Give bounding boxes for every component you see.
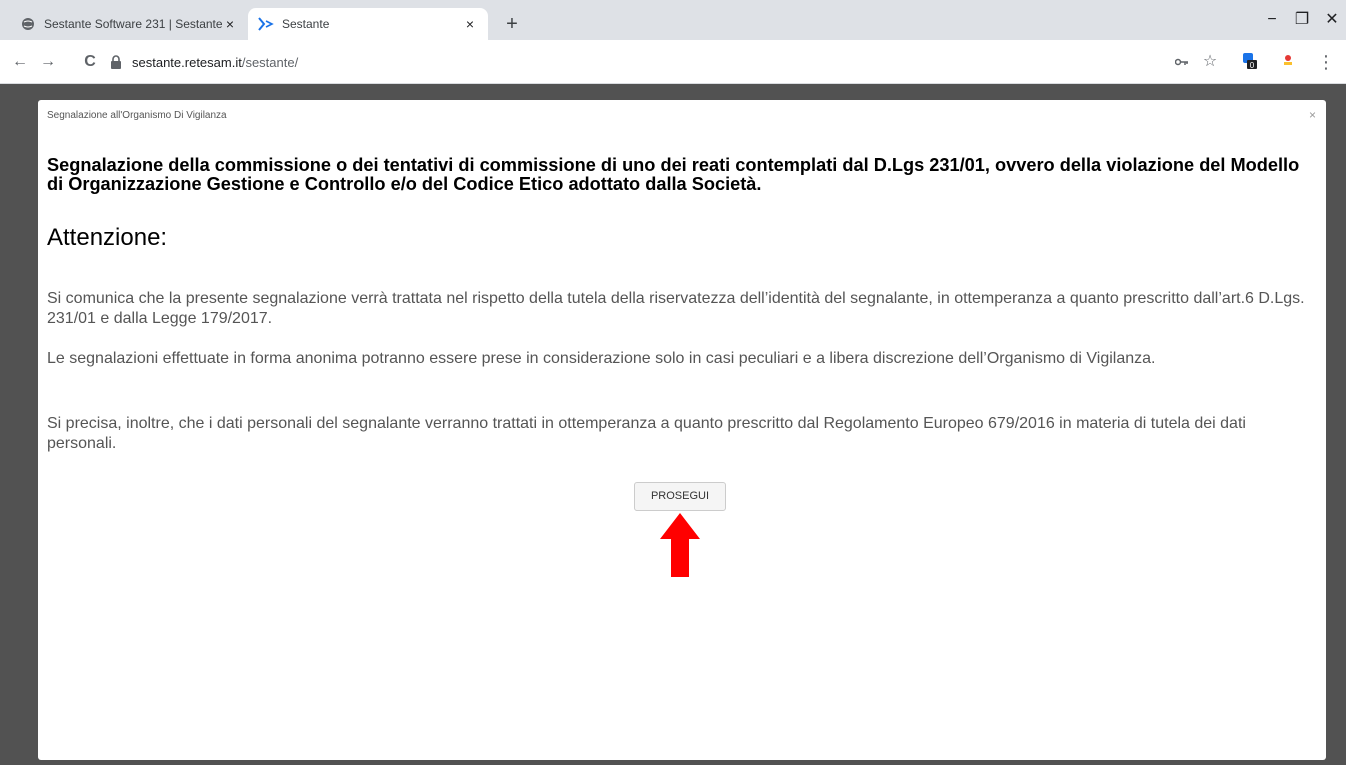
url-host: sestante.retesam.it <box>132 54 242 70</box>
extension-icon[interactable]: 0 <box>1240 52 1260 72</box>
prosegui-button[interactable]: PROSEGUI <box>634 482 726 511</box>
forward-button[interactable]: → <box>38 52 58 72</box>
key-icon[interactable] <box>1172 52 1192 72</box>
tab-title: Sestante Software 231 | Sestante <box>44 17 222 31</box>
tab-close-icon[interactable]: × <box>462 16 478 32</box>
anonymous-paragraph: Le segnalazioni effettuate in forma anon… <box>47 350 1156 367</box>
restore-button[interactable]: ❐ <box>1292 10 1312 30</box>
attention-heading: Attenzione: <box>47 224 168 251</box>
tab-close-icon[interactable]: × <box>222 16 238 32</box>
bookmark-star-icon[interactable]: ☆ <box>1200 52 1220 72</box>
report-modal: Segnalazione all'Organismo Di Vigilanza … <box>38 100 1326 760</box>
gdpr-paragraph: Si precisa, inoltre, che i dati personal… <box>47 415 1246 452</box>
new-tab-button[interactable]: + <box>500 12 524 36</box>
url-path: /sestante/ <box>241 54 299 70</box>
sestante-logo-icon <box>258 16 274 32</box>
tab-sestante-software[interactable]: Sestante Software 231 | Sestante × <box>10 8 248 40</box>
svg-text:0: 0 <box>1250 61 1255 70</box>
modal-subject: Segnalazione della commissione o dei ten… <box>47 155 1300 194</box>
tab-strip: Sestante Software 231 | Sestante × Sesta… <box>0 0 1346 40</box>
url-text: sestante.retesam.it/sestante/ <box>132 55 298 70</box>
globe-icon <box>20 16 36 32</box>
browser-menu-icon[interactable]: ⋮ <box>1316 52 1336 72</box>
address-bar[interactable]: sestante.retesam.it/sestante/ <box>110 49 1250 75</box>
modal-header-title: Segnalazione all'Organismo Di Vigilanza <box>47 110 227 121</box>
reload-button[interactable]: C <box>80 52 100 72</box>
red-arrow-annotation <box>660 513 700 577</box>
minimize-button[interactable]: − <box>1262 10 1282 30</box>
tab-sestante[interactable]: Sestante × <box>248 8 488 40</box>
back-button[interactable]: ← <box>10 52 30 72</box>
extension-2-icon[interactable] <box>1278 52 1298 72</box>
browser-toolbar: ← → C sestante.retesam.it/sestante/ ☆ 0 … <box>0 40 1346 84</box>
window-close-button[interactable]: ✕ <box>1322 10 1342 30</box>
tab-title: Sestante <box>282 17 330 31</box>
lock-icon <box>110 55 122 69</box>
privacy-paragraph: Si comunica che la presente segnalazione… <box>47 290 1305 327</box>
modal-close-icon[interactable]: × <box>1309 108 1316 122</box>
